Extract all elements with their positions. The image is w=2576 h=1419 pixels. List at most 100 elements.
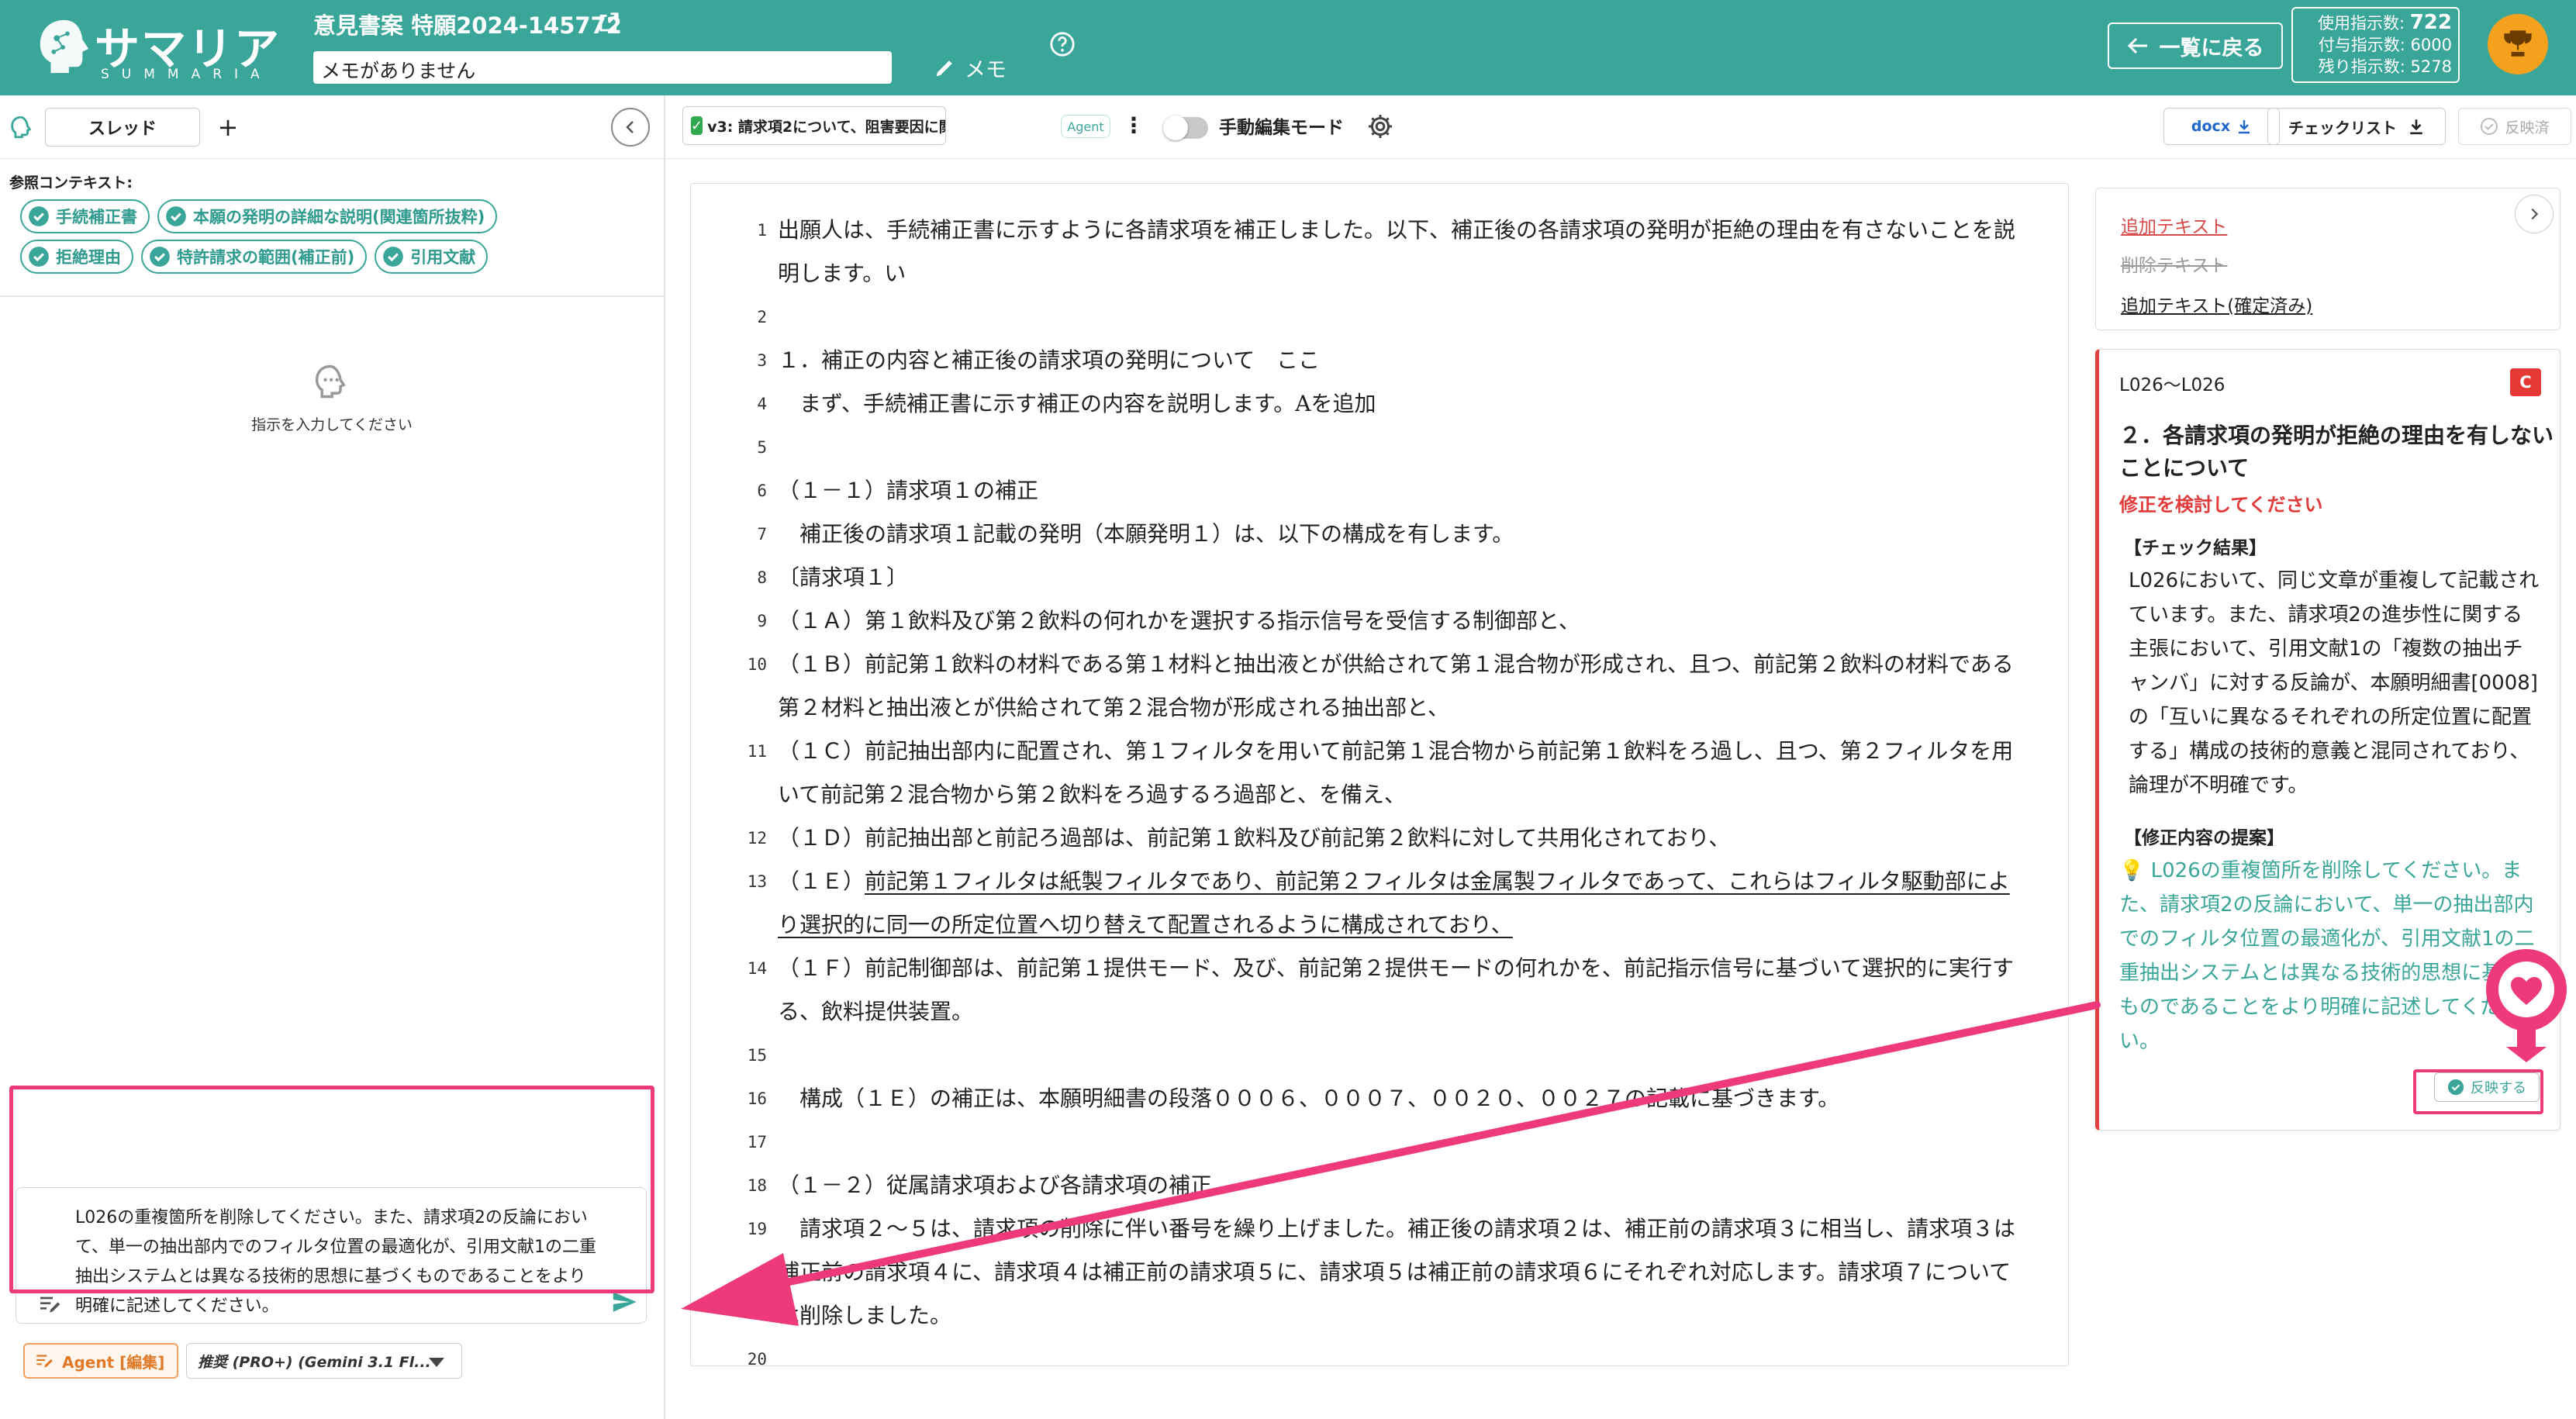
version-selector[interactable]: ✓ v3: 請求項2について、阻害要因に関する反... <box>682 106 946 145</box>
line-text[interactable]: いて前記第２混合物から第２飲料をろ過するろ過部と、を備え、 <box>778 773 2056 817</box>
line-number: 16 <box>747 1089 767 1108</box>
check-result-text: L026において、同じ文章が重複して記載されています。また、請求項2の進歩性に関… <box>2129 569 2540 797</box>
context-chip[interactable]: 特許請求の範囲(補正前) <box>141 240 368 274</box>
context-chip[interactable]: 拒絶理由 <box>20 240 133 274</box>
checklist-download-button[interactable]: チェックリスト <box>2267 108 2446 145</box>
context-chip[interactable]: 本願の発明の詳細な説明(関連箇所抜粋) <box>157 199 498 233</box>
logo[interactable]: サマリア SUMMARIA <box>34 11 279 85</box>
line-text[interactable]: （１Ｅ）前記第１フィルタは紙製フィルタであり、前記第２フィルタは金属製フィルタで… <box>778 860 2056 903</box>
gear-icon[interactable] <box>1366 112 1394 140</box>
editor-line[interactable]: 2 <box>706 295 2056 339</box>
line-text[interactable]: まず、手続補正書に示す補正の内容を説明します。Aを追加 <box>778 382 2056 426</box>
model-select[interactable]: 推奨 (PRO+) (Gemini 3.1 Fl... <box>186 1343 462 1379</box>
trophy-button[interactable] <box>2488 14 2548 74</box>
line-text[interactable]: （１－１）請求項１の補正 <box>778 469 2056 513</box>
line-text[interactable]: 出願人は、手続補正書に示すように各請求項を補正しました。以下、補正後の各請求項の… <box>778 209 2056 252</box>
context-chip[interactable]: 引用文献 <box>375 240 489 274</box>
suggestion-heading: 【修正内容の提案】 <box>2124 828 2284 848</box>
heart-pin-icon <box>2486 949 2567 1062</box>
line-text[interactable]: 明します。い <box>778 252 2056 295</box>
line-text[interactable]: 補正後の請求項１記載の発明（本願発明１）は、以下の構成を有します。 <box>778 513 2056 556</box>
back-to-list-button[interactable]: 一覧に戻る <box>2108 22 2283 69</box>
add-thread-button[interactable]: + <box>212 108 243 147</box>
line-text[interactable]: る、飲料提供装置。 <box>778 990 2056 1034</box>
editor-line[interactable]: 16 構成（１Ｅ）の補正は、本願明細書の段落０００６、０００７、００２０、００２… <box>706 1077 2056 1120</box>
thread-tab[interactable]: スレッド <box>45 108 200 147</box>
line-text[interactable] <box>778 1120 2056 1164</box>
back-button-label: 一覧に戻る <box>2159 36 2264 60</box>
editor-line[interactable]: 15 <box>706 1034 2056 1077</box>
editor-line[interactable]: 20 <box>706 1338 2056 1365</box>
legend-added: 追加テキスト <box>2121 217 2228 237</box>
agent-mode-button[interactable]: Agent [編集] <box>23 1343 178 1379</box>
line-text[interactable]: 構成（１Ｅ）の補正は、本願明細書の段落０００６、０００７、００２０、００２７の記… <box>778 1077 2056 1120</box>
editor-line[interactable]: は削除しました。 <box>706 1294 2056 1338</box>
editor-line[interactable]: 13 （１Ｅ）前記第１フィルタは紙製フィルタであり、前記第２フィルタは金属製フィル… <box>706 860 2056 903</box>
line-text[interactable]: （１Ｂ）前記第１飲料の材料である第１材料と抽出液とが供給されて第１混合物が形成さ… <box>778 643 2056 686</box>
reflected-button[interactable]: 反映済 <box>2458 108 2571 145</box>
lightbulb-icon: 💡 <box>2119 859 2145 882</box>
line-text[interactable]: （１Ｃ）前記抽出部内に配置され、第１フィルタを用いて前記第１混合物から前記第１飲… <box>778 730 2056 773</box>
line-text[interactable]: 第２材料と抽出液とが供給されて第２混合物が形成される抽出部と、 <box>778 686 2056 730</box>
editor-line[interactable]: 19 請求項２～５は、請求項の削除に伴い番号を繰り上げました。補正後の請求項２は… <box>706 1207 2056 1251</box>
line-text[interactable]: り選択的に同一の所定位置へ切り替えて配置されるように構成されており、 <box>778 903 2056 947</box>
remaining-count-label: 残り指示数: <box>2318 57 2405 76</box>
line-text[interactable] <box>778 426 2056 469</box>
line-text[interactable]: 〔請求項１〕 <box>778 556 2056 599</box>
line-text[interactable]: は削除しました。 <box>778 1294 2056 1338</box>
editor-line[interactable]: 6 （１－１）請求項１の補正 <box>706 469 2056 513</box>
line-text[interactable] <box>778 1338 2056 1365</box>
line-text[interactable]: 請求項２～５は、請求項の削除に伴い番号を繰り上げました。補正後の請求項２は、補正… <box>778 1207 2056 1251</box>
more-options-icon[interactable]: ⋮ <box>1123 112 1145 142</box>
memo-button[interactable]: メモ <box>934 51 1007 84</box>
editor-line[interactable]: 4 まず、手続補正書に示す補正の内容を説明します。Aを追加 <box>706 382 2056 426</box>
editor-line[interactable]: 5 <box>706 426 2056 469</box>
help-icon[interactable] <box>1049 31 1076 57</box>
context-chip[interactable]: 手続補正書 <box>20 199 150 233</box>
collapse-panel-button[interactable] <box>611 108 650 147</box>
editor-line[interactable]: いて前記第２混合物から第２飲料をろ過するろ過部と、を備え、 <box>706 773 2056 817</box>
line-text[interactable]: （１Ａ）第１飲料及び第２飲料の何れかを選択する指示信号を受信する制御部と、 <box>778 599 2056 643</box>
line-text[interactable] <box>778 295 2056 339</box>
editor-line[interactable]: 12 （１Ｄ）前記抽出部と前記ろ過部は、前記第１飲料及び前記第２飲料に対して共用化… <box>706 817 2056 860</box>
editor-line[interactable]: 第２材料と抽出液とが供給されて第２混合物が形成される抽出部と、 <box>706 686 2056 730</box>
document-editor[interactable]: 1 出願人は、手続補正書に示すように各請求項を補正しました。以下、補正後の各請求項… <box>690 183 2069 1366</box>
line-text[interactable] <box>778 1034 2056 1077</box>
used-count-label: 使用指示数: <box>2317 14 2405 33</box>
open-external-icon[interactable] <box>597 11 620 34</box>
instruction-counts: 使用指示数: 722 付与指示数: 6000 残り指示数: 5278 <box>2291 7 2460 83</box>
line-number: 13 <box>747 872 767 891</box>
manual-edit-toggle[interactable] <box>1163 116 1208 140</box>
editor-line[interactable]: 1 出願人は、手続補正書に示すように各請求項を補正しました。以下、補正後の各請求項… <box>706 209 2056 252</box>
logo-head-icon <box>40 19 89 74</box>
line-text[interactable]: （１－２）従属請求項および各請求項の補正 <box>778 1164 2056 1207</box>
editor-line[interactable]: 14 （１Ｆ）前記制御部は、前記第１提供モード、及び、前記第２提供モードの何れかを… <box>706 947 2056 990</box>
editor-line[interactable]: り選択的に同一の所定位置へ切り替えて配置されるように構成されており、 <box>706 903 2056 947</box>
editor-line[interactable]: 17 <box>706 1120 2056 1164</box>
trophy-icon <box>2504 30 2532 57</box>
editor-line[interactable]: 明します。い <box>706 252 2056 295</box>
editor-line[interactable]: 18 （１－２）従属請求項および各請求項の補正 <box>706 1164 2056 1207</box>
editor-line[interactable]: 11 （１Ｃ）前記抽出部内に配置され、第１フィルタを用いて前記第１混合物から前記第… <box>706 730 2056 773</box>
line-number: 15 <box>747 1046 767 1065</box>
panel-next-button[interactable] <box>2515 195 2554 233</box>
editor-line[interactable]: 7 補正後の請求項１記載の発明（本願発明１）は、以下の構成を有します。 <box>706 513 2056 556</box>
editor-line[interactable]: 8 〔請求項１〕 <box>706 556 2056 599</box>
editor-line[interactable]: 補正前の請求項４に、請求項４は補正前の請求項５に、請求項５は補正前の請求項６にそ… <box>706 1251 2056 1294</box>
editor-line[interactable]: 9 （１Ａ）第１飲料及び第２飲料の何れかを選択する指示信号を受信する制御部と、 <box>706 599 2056 643</box>
line-text[interactable]: １．補正の内容と補正後の請求項の発明について ここ <box>778 339 2056 382</box>
line-number: 12 <box>747 829 767 848</box>
line-text[interactable]: （１Ｄ）前記抽出部と前記ろ過部は、前記第１飲料及び前記第２飲料に対して共用化され… <box>778 817 2056 860</box>
line-number: 19 <box>747 1220 767 1238</box>
editor-line[interactable]: 3 １．補正の内容と補正後の請求項の発明について ここ <box>706 339 2056 382</box>
docx-download-button[interactable]: docx <box>2163 108 2280 145</box>
memo-field[interactable]: メモがありません <box>313 51 892 84</box>
logo-subtext: SUMMARIA <box>101 67 272 82</box>
line-text[interactable]: 補正前の請求項４に、請求項４は補正前の請求項５に、請求項５は補正前の請求項６にそ… <box>778 1251 2056 1294</box>
editor-line[interactable]: 10 （１Ｂ）前記第１飲料の材料である第１材料と抽出液とが供給されて第１混合物が形… <box>706 643 2056 686</box>
editor-line[interactable]: る、飲料提供装置。 <box>706 990 2056 1034</box>
line-number: 4 <box>757 395 767 413</box>
caret-down-icon <box>429 1358 444 1367</box>
context-chip-label: 手続補正書 <box>56 208 137 226</box>
line-text[interactable]: （１Ｆ）前記制御部は、前記第１提供モード、及び、前記第２提供モードの何れかを、前… <box>778 947 2056 990</box>
